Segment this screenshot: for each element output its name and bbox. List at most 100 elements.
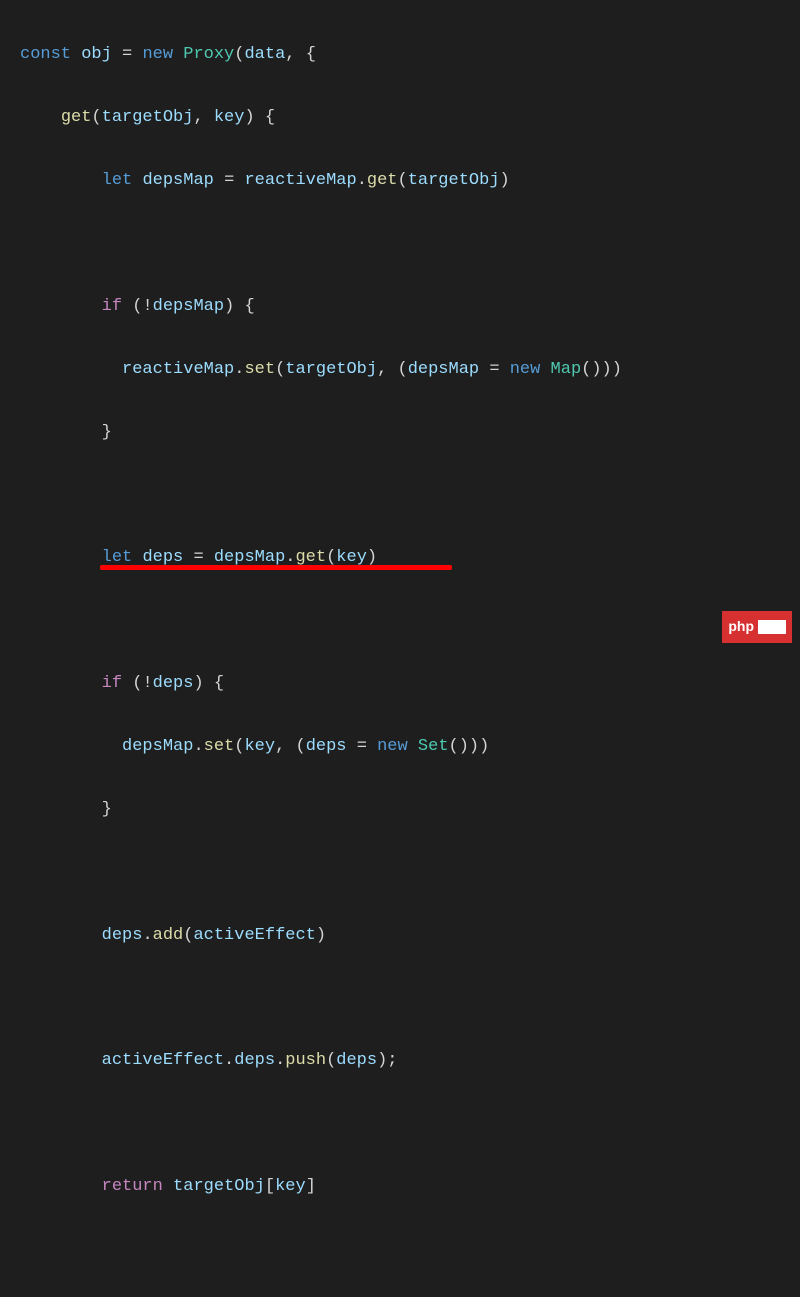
keyword-let: let	[102, 171, 133, 190]
paren: )	[224, 297, 234, 316]
dot: .	[142, 926, 152, 945]
brace: {	[265, 108, 275, 127]
dot: .	[275, 1051, 285, 1070]
code-line: }	[0, 794, 800, 825]
var-depsmap: depsMap	[408, 360, 479, 379]
brace: {	[214, 674, 224, 693]
code-line: return targetObj[key]	[0, 1171, 800, 1202]
paren: )	[500, 171, 510, 190]
keyword-new: new	[142, 45, 173, 64]
code-line: depsMap.set(key, (deps = new Set()))	[0, 731, 800, 762]
brace: }	[102, 800, 112, 819]
keyword-new: new	[510, 360, 541, 379]
paren: (	[132, 674, 142, 693]
keyword-if: if	[102, 674, 122, 693]
var-key: key	[244, 737, 275, 756]
paren: (	[91, 108, 101, 127]
operator: =	[122, 45, 132, 64]
dot: .	[234, 360, 244, 379]
watermark-badge: php	[722, 611, 792, 643]
operator: =	[489, 360, 499, 379]
paren: ()))	[449, 737, 490, 756]
operator: =	[224, 171, 234, 190]
code-editor: const obj = new Proxy(data, { get(target…	[0, 8, 800, 1297]
operator: =	[357, 737, 367, 756]
var-depsmap: depsMap	[122, 737, 193, 756]
brace: {	[306, 45, 316, 64]
var-obj: obj	[81, 45, 112, 64]
highlight-underline	[100, 565, 452, 570]
method-set: set	[204, 737, 235, 756]
method-get: get	[61, 108, 92, 127]
watermark-text: php	[728, 614, 754, 640]
code-line-empty	[0, 857, 800, 888]
code-line-empty	[0, 480, 800, 511]
method-add: add	[153, 926, 184, 945]
paren: )	[244, 108, 254, 127]
code-line: reactiveMap.set(targetObj, (depsMap = ne…	[0, 354, 800, 385]
paren: )	[193, 674, 203, 693]
bracket: [	[265, 1177, 275, 1196]
code-line: let depsMap = reactiveMap.get(targetObj)	[0, 165, 800, 196]
paren: (	[295, 737, 305, 756]
var-targetobj: targetObj	[408, 171, 500, 190]
paren: );	[377, 1051, 397, 1070]
var-deps: deps	[306, 737, 347, 756]
dot: .	[193, 737, 203, 756]
var-activeeffect: activeEffect	[193, 926, 315, 945]
var-activeeffect: activeEffect	[102, 1051, 224, 1070]
comma: ,	[275, 737, 285, 756]
paren: (	[234, 45, 244, 64]
brace: {	[244, 297, 254, 316]
keyword-new: new	[377, 737, 408, 756]
paren: (	[326, 1051, 336, 1070]
paren: ()))	[581, 360, 622, 379]
param-key: key	[214, 108, 245, 127]
var-deps: deps	[336, 1051, 377, 1070]
code-line-empty	[0, 228, 800, 259]
paren: (	[398, 171, 408, 190]
brace: }	[102, 423, 112, 442]
comma: ,	[377, 360, 387, 379]
var-reactivemap: reactiveMap	[122, 360, 234, 379]
code-line: get(targetObj, key) {	[0, 102, 800, 133]
var-deps: deps	[102, 926, 143, 945]
keyword-if: if	[102, 297, 122, 316]
var-deps: deps	[153, 674, 194, 693]
method-set: set	[244, 360, 275, 379]
class-proxy: Proxy	[183, 45, 234, 64]
keyword-const: const	[20, 45, 71, 64]
code-line: if (!depsMap) {	[0, 291, 800, 322]
code-line: deps.add(activeEffect)	[0, 920, 800, 951]
class-set: Set	[418, 737, 449, 756]
code-line-empty	[0, 1108, 800, 1139]
not: !	[142, 674, 152, 693]
var-targetobj: targetObj	[285, 360, 377, 379]
var-key: key	[275, 1177, 306, 1196]
paren: (	[398, 360, 408, 379]
dot: .	[357, 171, 367, 190]
prop-deps: deps	[234, 1051, 275, 1070]
paren: (	[183, 926, 193, 945]
paren: (	[132, 297, 142, 316]
var-targetobj: targetObj	[173, 1177, 265, 1196]
code-line-empty	[0, 605, 800, 636]
method-push: push	[285, 1051, 326, 1070]
var-depsmap: depsMap	[153, 297, 224, 316]
dot: .	[224, 1051, 234, 1070]
not: !	[142, 297, 152, 316]
code-line: const obj = new Proxy(data, {	[0, 39, 800, 70]
var-reactivemap: reactiveMap	[244, 171, 356, 190]
param-targetobj: targetObj	[102, 108, 194, 127]
code-line-empty	[0, 983, 800, 1014]
comma: ,	[285, 45, 295, 64]
class-map: Map	[551, 360, 582, 379]
code-line: activeEffect.deps.push(deps);	[0, 1045, 800, 1076]
var-depsmap: depsMap	[142, 171, 213, 190]
paren: (	[275, 360, 285, 379]
keyword-return: return	[102, 1177, 163, 1196]
code-line: if (!deps) {	[0, 668, 800, 699]
paren: )	[316, 926, 326, 945]
method-get: get	[367, 171, 398, 190]
var-data: data	[244, 45, 285, 64]
